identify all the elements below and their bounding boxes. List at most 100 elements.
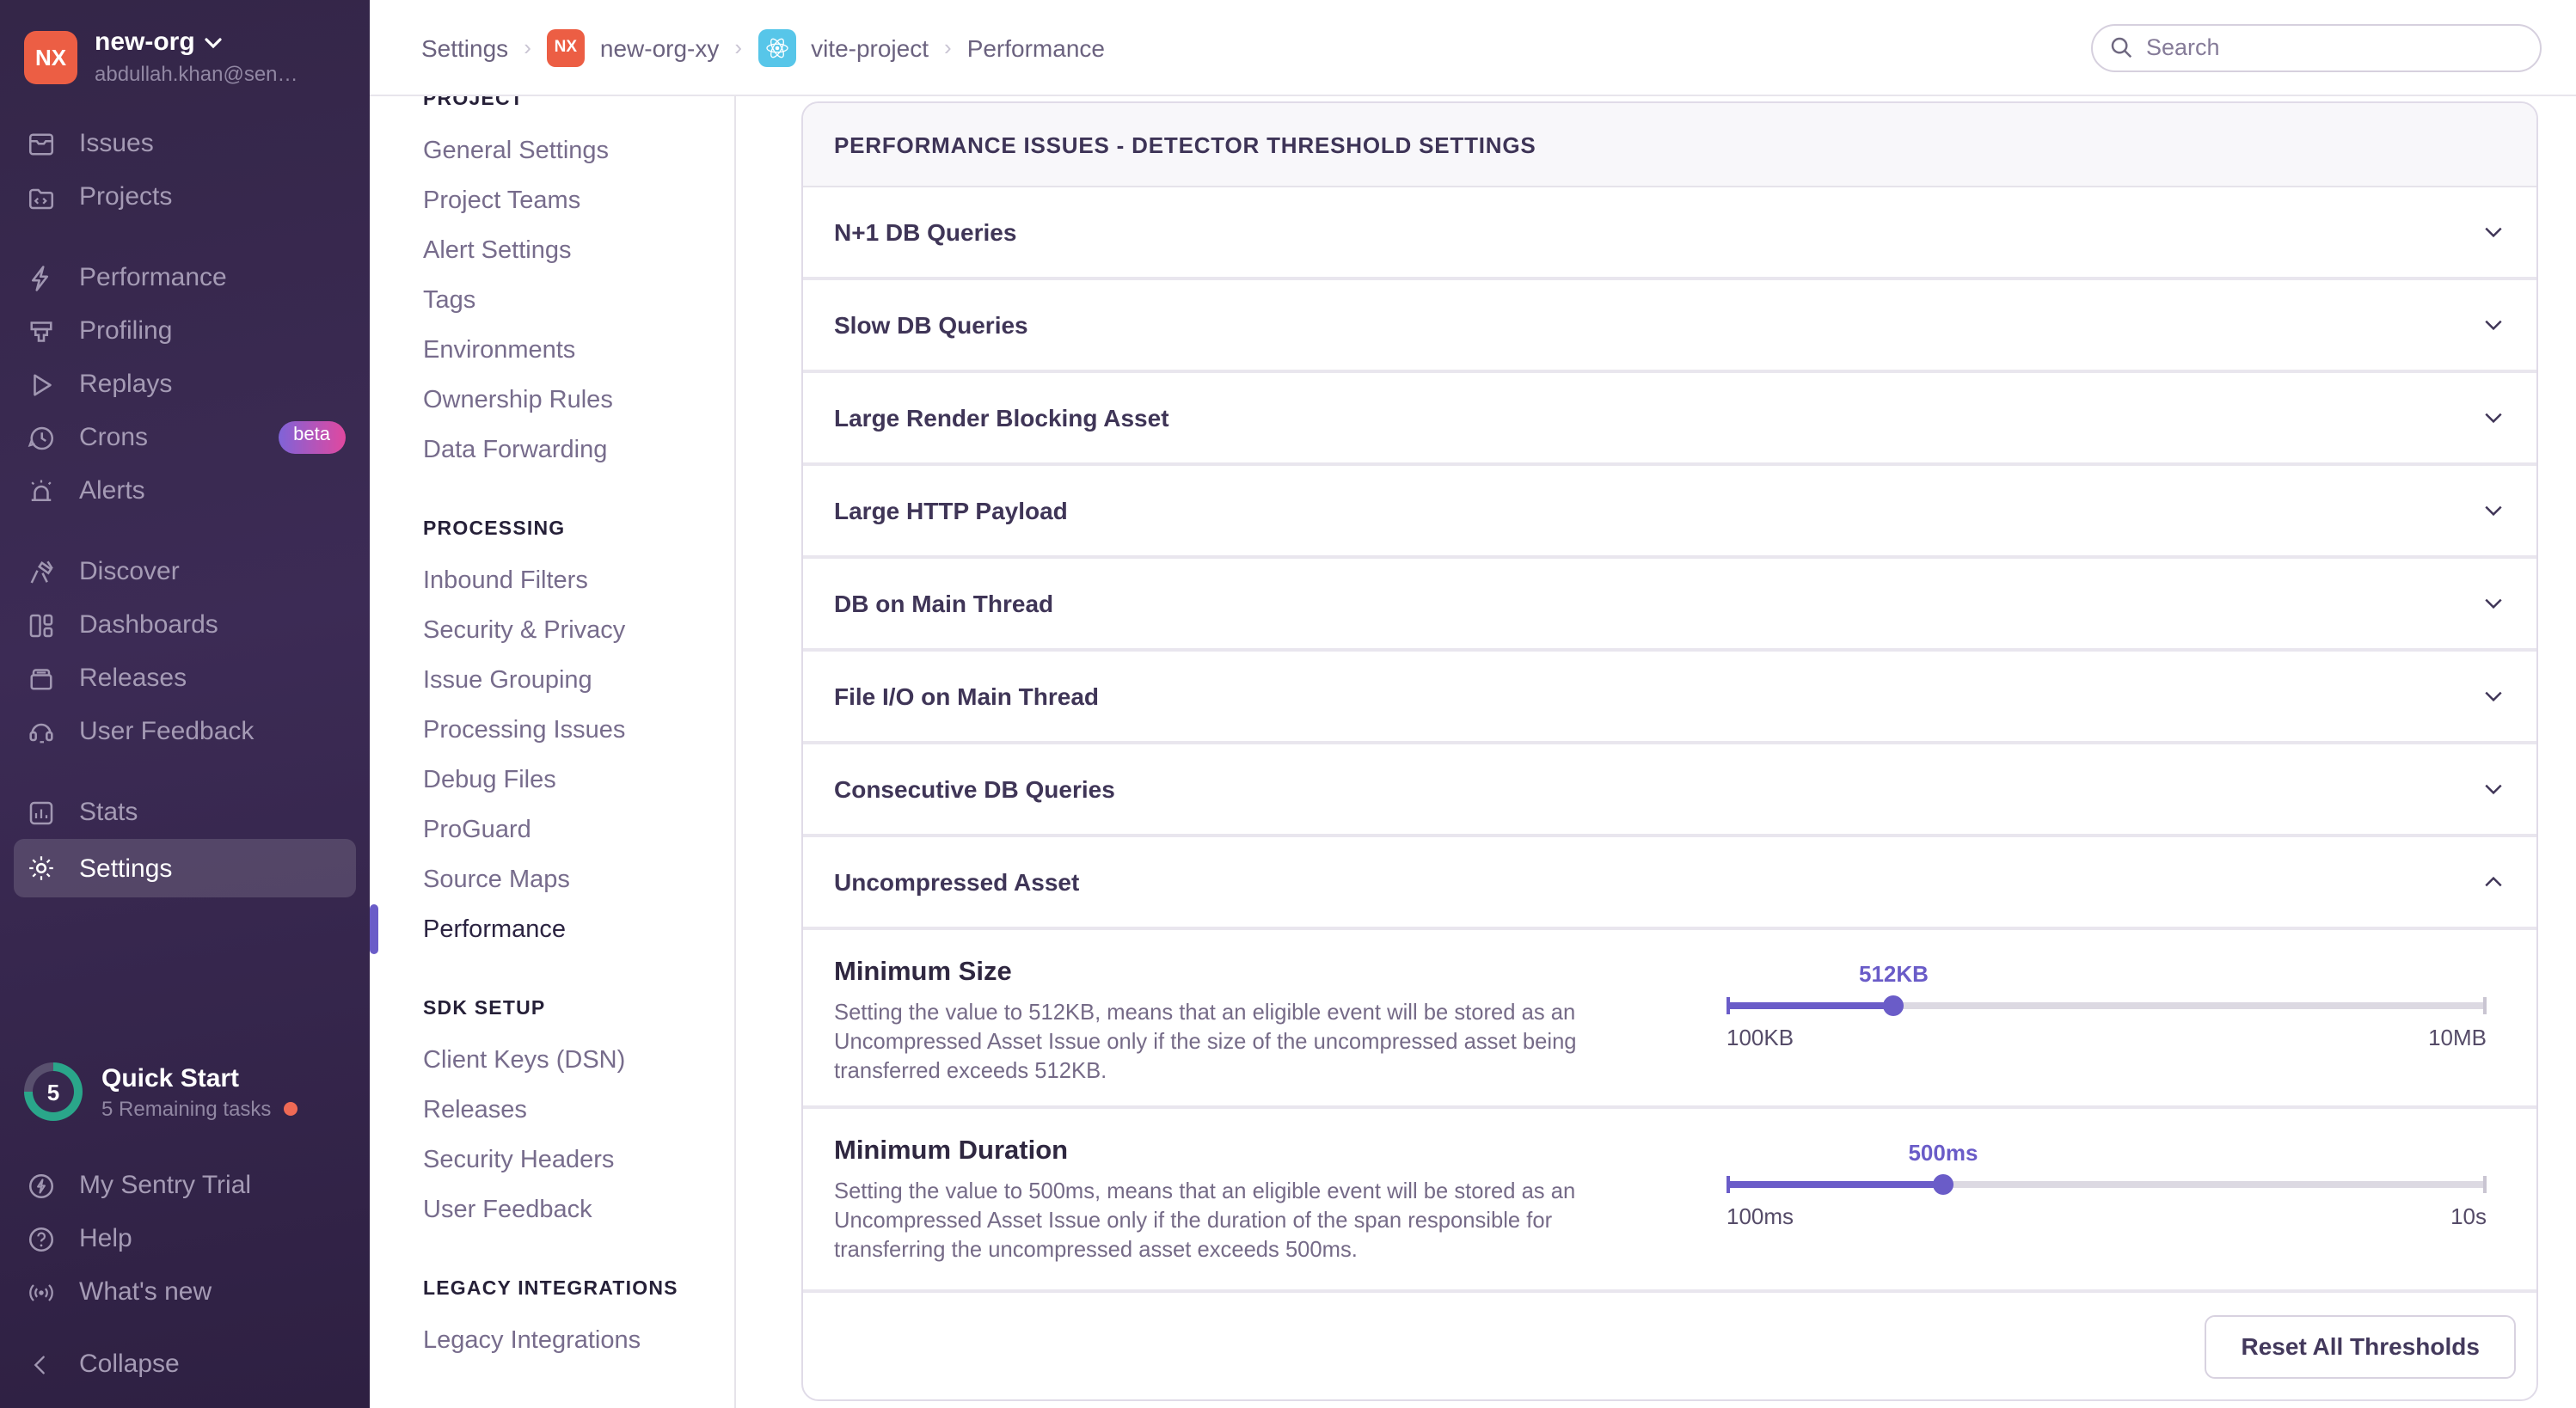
subnav-item-releases[interactable]: Releases: [423, 1085, 734, 1135]
sidebar-item-whats-new[interactable]: What's new: [0, 1265, 370, 1319]
sidebar-item-user-feedback[interactable]: User Feedback: [0, 705, 370, 758]
slider-value-label: 512KB: [1859, 961, 1929, 987]
sidebar-item-alerts[interactable]: Alerts: [0, 464, 370, 517]
slider-fill: [1727, 1181, 1943, 1188]
chevron-down-icon: [2481, 684, 2505, 708]
subnav-item-ownership-rules[interactable]: Ownership Rules: [423, 375, 734, 425]
issues-icon: [26, 128, 57, 159]
sidebar-item-label: Alerts: [79, 476, 145, 505]
minimum-size-setting: Minimum Size Setting the value to 512KB,…: [803, 930, 2536, 1109]
chevron-down-icon: [2481, 220, 2505, 244]
sidebar-item-settings[interactable]: Settings: [14, 839, 356, 897]
subnav-section-legacy: LEGACY INTEGRATIONS Legacy Integrations: [423, 1279, 734, 1365]
setting-description: Setting the value to 500ms, means that a…: [834, 1178, 1591, 1264]
breadcrumb-separator: ›: [524, 34, 531, 60]
subnav-item-issue-grouping[interactable]: Issue Grouping: [423, 655, 734, 705]
subnav-item-source-maps[interactable]: Source Maps: [423, 854, 734, 904]
quick-start-subtitle: 5 Remaining tasks: [101, 1096, 271, 1120]
subnav-item-general-settings[interactable]: General Settings: [423, 125, 734, 175]
search-icon: [2108, 34, 2134, 68]
beta-badge: beta: [278, 422, 346, 453]
sidebar-item-discover[interactable]: Discover: [0, 545, 370, 598]
slider-track[interactable]: [1727, 1181, 2487, 1188]
sidebar-item-crons[interactable]: Crons beta: [0, 411, 370, 464]
subnav-item-data-forwarding[interactable]: Data Forwarding: [423, 425, 734, 474]
sidebar-item-projects[interactable]: Projects: [0, 170, 370, 223]
sidebar-item-profiling[interactable]: Profiling: [0, 304, 370, 358]
sidebar-item-issues[interactable]: Issues: [0, 117, 370, 170]
sidebar-item-releases[interactable]: Releases: [0, 652, 370, 705]
discover-icon: [26, 556, 57, 587]
crons-icon: [26, 422, 57, 453]
subnav-item-environments[interactable]: Environments: [423, 325, 734, 375]
detector-row-file-io-on-main-thread[interactable]: File I/O on Main Thread: [803, 652, 2536, 744]
subnav-item-security-headers[interactable]: Security Headers: [423, 1135, 734, 1185]
detector-row-consecutive-db-queries[interactable]: Consecutive DB Queries: [803, 744, 2536, 837]
sidebar-item-label: Stats: [79, 798, 138, 827]
subnav-item-debug-files[interactable]: Debug Files: [423, 755, 734, 805]
detector-row-db-on-main-thread[interactable]: DB on Main Thread: [803, 559, 2536, 652]
top-bar: Settings › NX new-org-xy › vite-project …: [370, 0, 2576, 96]
settings-subnav: PROJECT General Settings Project Teams A…: [370, 96, 736, 1408]
slider-handle[interactable]: [1883, 995, 1904, 1016]
search-box: [2091, 23, 2542, 71]
sidebar-item-performance[interactable]: Performance: [0, 251, 370, 304]
subnav-item-proguard[interactable]: ProGuard: [423, 805, 734, 854]
sentry-app: NX new-org abdullah.khan@sen… Issues Pro…: [0, 0, 2576, 1408]
sidebar-item-label: Dashboards: [79, 610, 218, 640]
sidebar-item-replays[interactable]: Replays: [0, 358, 370, 411]
setting-description: Setting the value to 512KB, means that a…: [834, 999, 1591, 1086]
search-input[interactable]: [2091, 23, 2542, 71]
subnav-section-project: PROJECT General Settings Project Teams A…: [423, 96, 734, 474]
reset-all-thresholds-button[interactable]: Reset All Thresholds: [2205, 1314, 2517, 1378]
chevron-down-icon: [2481, 499, 2505, 523]
projects-icon: [26, 181, 57, 212]
detector-threshold-panel: PERFORMANCE ISSUES - DETECTOR THRESHOLD …: [801, 101, 2538, 1401]
quick-start-title: Quick Start: [101, 1063, 297, 1093]
org-avatar-small: NX: [547, 28, 585, 66]
breadcrumb-org[interactable]: new-org-xy: [600, 34, 720, 61]
chevron-down-icon: [2481, 313, 2505, 337]
dashboards-icon: [26, 609, 57, 640]
sidebar-item-label: What's new: [79, 1277, 212, 1307]
subnav-item-performance[interactable]: Performance: [423, 904, 734, 954]
detector-row-uncompressed-asset[interactable]: Uncompressed Asset: [803, 837, 2536, 930]
alerts-icon: [26, 475, 57, 506]
breadcrumb-settings[interactable]: Settings: [421, 34, 508, 61]
subnav-item-tags[interactable]: Tags: [423, 275, 734, 325]
subnav-section-title: SDK SETUP: [423, 999, 734, 1019]
collapse-sidebar-button[interactable]: Collapse: [0, 1338, 370, 1391]
minimum-size-slider[interactable]: 512KB 100KB 10MB: [1727, 958, 2487, 1105]
sidebar-item-stats[interactable]: Stats: [0, 786, 370, 839]
subnav-item-processing-issues[interactable]: Processing Issues: [423, 705, 734, 755]
sidebar-item-help[interactable]: Help: [0, 1212, 370, 1265]
breadcrumb-current-page: Performance: [967, 34, 1105, 61]
subnav-item-client-keys[interactable]: Client Keys (DSN): [423, 1035, 734, 1085]
subnav-item-alert-settings[interactable]: Alert Settings: [423, 225, 734, 275]
detector-row-large-http-payload[interactable]: Large HTTP Payload: [803, 466, 2536, 559]
subnav-item-legacy-integrations[interactable]: Legacy Integrations: [423, 1315, 734, 1365]
detector-row-large-render-blocking-asset[interactable]: Large Render Blocking Asset: [803, 373, 2536, 466]
subnav-item-security-privacy[interactable]: Security & Privacy: [423, 605, 734, 655]
sidebar-item-label: Profiling: [79, 316, 172, 346]
minimum-duration-slider[interactable]: 500ms 100ms 10s: [1727, 1136, 2487, 1289]
gear-icon: [26, 853, 57, 884]
slider-handle[interactable]: [1933, 1174, 1953, 1195]
subnav-item-project-teams[interactable]: Project Teams: [423, 175, 734, 225]
breadcrumb-project[interactable]: vite-project: [811, 34, 929, 61]
subnav-section-title: PROJECT: [423, 96, 734, 110]
sidebar-item-my-sentry-trial[interactable]: My Sentry Trial: [0, 1159, 370, 1212]
quick-start[interactable]: 5 Quick Start 5 Remaining tasks: [24, 1062, 346, 1121]
sidebar-item-label: Releases: [79, 664, 187, 693]
notification-dot: [283, 1101, 297, 1115]
detector-row-n-plus-one-db-queries[interactable]: N+1 DB Queries: [803, 187, 2536, 280]
slider-max-label: 10s: [2450, 1203, 2487, 1229]
subnav-item-inbound-filters[interactable]: Inbound Filters: [423, 555, 734, 605]
slider-track[interactable]: [1727, 1002, 2487, 1009]
detector-row-slow-db-queries[interactable]: Slow DB Queries: [803, 280, 2536, 373]
subnav-section-processing: PROCESSING Inbound Filters Security & Pr…: [423, 519, 734, 954]
org-switcher[interactable]: NX new-org abdullah.khan@sen…: [0, 21, 370, 86]
sidebar-item-dashboards[interactable]: Dashboards: [0, 598, 370, 652]
sidebar-item-label: Help: [79, 1224, 132, 1253]
subnav-item-user-feedback[interactable]: User Feedback: [423, 1185, 734, 1234]
